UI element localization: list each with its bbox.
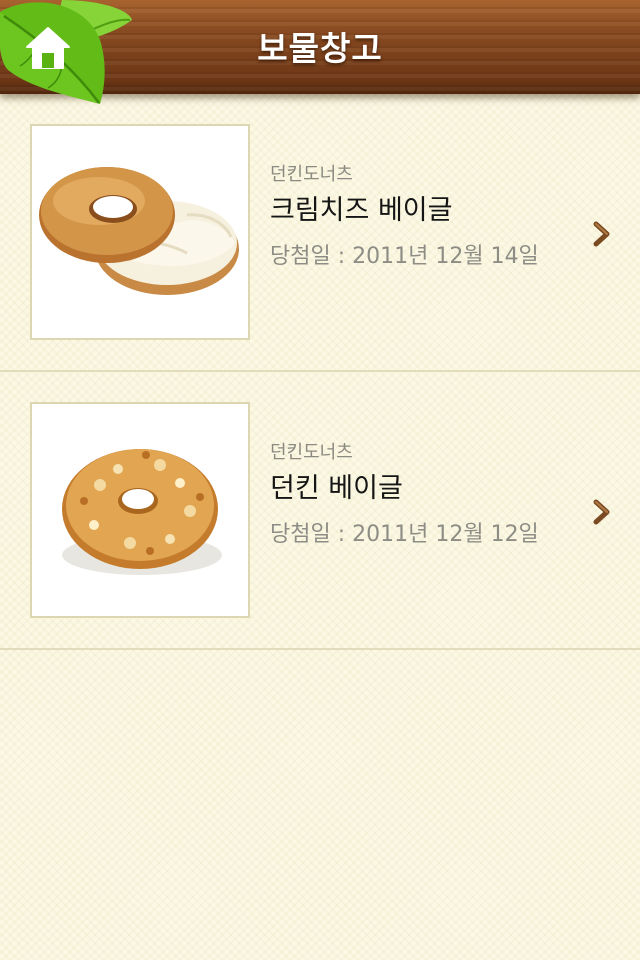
list-item[interactable]: 던킨도너츠 던킨 베이글 당첨일 : 2011년 12월 12일 [0,372,640,650]
home-icon [26,27,70,69]
chevron-right-icon[interactable] [592,220,612,248]
win-date: 당첨일 : 2011년 12월 14일 [270,244,539,269]
win-date: 당첨일 : 2011년 12월 12일 [270,522,539,547]
list-item[interactable]: 던킨도너츠 크림치즈 베이글 당첨일 : 2011년 12월 14일 [0,94,640,372]
dunkin-bagel-image [30,402,250,618]
item-name: 던킨 베이글 [270,473,403,504]
brand-label: 던킨도너츠 [270,164,353,185]
prize-list: 던킨도너츠 크림치즈 베이글 당첨일 : 2011년 12월 14일 던킨도너츠… [0,94,640,650]
cream-cheese-bagel-image [30,124,250,340]
item-name: 크림치즈 베이글 [270,195,453,226]
chevron-right-icon[interactable] [592,498,612,526]
brand-label: 던킨도너츠 [270,442,353,463]
